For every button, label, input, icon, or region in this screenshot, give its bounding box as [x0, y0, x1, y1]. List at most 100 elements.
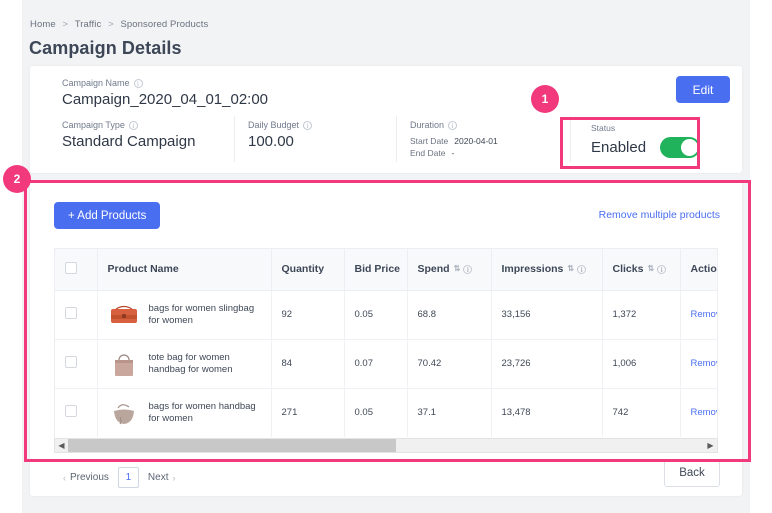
remove-product-link[interactable]: Remove	[691, 309, 718, 320]
status-toggle[interactable]	[660, 136, 701, 158]
products-panel: + Add Products Remove multiple products …	[30, 182, 742, 496]
end-date-row: End Date -	[410, 147, 498, 159]
table-row: tote bag for women handbag for women 84 …	[55, 339, 718, 389]
next-page-label: Next	[147, 472, 169, 483]
sort-icon[interactable]: ⇅	[567, 265, 574, 273]
th-spend-label: Spend	[417, 263, 450, 276]
end-date-value: -	[451, 148, 455, 158]
previous-page-button[interactable]: ‹ Previous	[54, 468, 118, 487]
breadcrumb-separator: >	[62, 19, 69, 30]
page-number-1[interactable]: 1	[117, 467, 139, 488]
daily-budget-field: Daily Budget i 100.00	[248, 120, 313, 150]
th-action-label: Action	[690, 263, 718, 276]
td-impressions: 13,478	[491, 388, 603, 437]
table-row: bags for women handbag for women 271 0.0…	[55, 388, 718, 437]
info-icon[interactable]: i	[577, 264, 587, 274]
td-clicks: 1,372	[602, 290, 681, 340]
next-page-button[interactable]: Next ›	[139, 468, 185, 487]
start-date-row: Start Date 2020-04-01	[410, 135, 498, 147]
th-quantity-label: Quantity	[281, 263, 325, 276]
row-checkbox[interactable]	[65, 307, 77, 319]
th-quantity[interactable]: Quantity	[271, 249, 345, 291]
product-thumbnail	[108, 299, 140, 331]
campaign-type-field: Campaign Type i Standard Campaign	[62, 120, 195, 150]
campaign-name-field: Campaign Name i Campaign_2020_04_01_02:0…	[62, 78, 268, 108]
info-icon[interactable]: i	[463, 264, 473, 274]
campaign-name-label-row: Campaign Name i	[62, 78, 268, 88]
td-clicks: 742	[602, 388, 681, 437]
duration-label: Duration	[410, 120, 445, 130]
td-action: Remove	[680, 339, 718, 389]
th-spend[interactable]: Spend ⇅ i	[407, 249, 492, 291]
product-thumbnail	[108, 397, 140, 429]
scrollbar-track[interactable]	[68, 439, 704, 452]
products-table-head: Product Name Quantity Bid Price Spend ⇅ …	[55, 249, 718, 291]
td-product-name: bags for women slingbag for women	[97, 290, 272, 340]
scroll-left-arrow-icon[interactable]: ◀	[55, 441, 68, 450]
td-bid-price[interactable]: 0.05	[344, 290, 408, 340]
td-row-checkbox	[55, 339, 98, 389]
breadcrumb-separator: >	[108, 19, 114, 30]
previous-page-label: Previous	[70, 472, 109, 483]
daily-budget-label: Daily Budget	[248, 120, 300, 130]
remove-multiple-products-link[interactable]: Remove multiple products	[599, 209, 720, 221]
toggle-knob	[681, 138, 699, 156]
th-bid-price[interactable]: Bid Price	[344, 249, 408, 291]
products-table: Product Name Quantity Bid Price Spend ⇅ …	[55, 249, 718, 437]
info-icon[interactable]: i	[303, 120, 313, 130]
td-quantity: 271	[271, 388, 345, 437]
start-date-value: 2020-04-01	[454, 136, 498, 146]
product-thumbnail	[108, 348, 140, 380]
end-date-label: End Date	[410, 148, 446, 158]
duration-label-row: Duration i	[410, 120, 498, 130]
info-icon[interactable]: i	[133, 78, 143, 88]
info-icon[interactable]: i	[657, 264, 667, 274]
th-product-name[interactable]: Product Name	[97, 249, 272, 291]
status-field: Status Enabled	[581, 115, 725, 165]
campaign-name-value: Campaign_2020_04_01_02:00	[62, 91, 269, 108]
breadcrumb-item-traffic[interactable]: Traffic	[75, 19, 102, 30]
th-select-all	[55, 249, 98, 291]
remove-product-link[interactable]: Remove	[691, 358, 718, 369]
daily-budget-value: 100.00	[248, 133, 294, 150]
td-action: Remove	[680, 290, 718, 340]
campaign-name-label: Campaign Name	[62, 78, 130, 88]
th-product-name-label: Product Name	[107, 263, 179, 276]
info-icon[interactable]: i	[448, 120, 458, 130]
duration-field: Duration i Start Date 2020-04-01 End Date…	[410, 120, 498, 159]
sort-icon[interactable]: ⇅	[454, 265, 461, 273]
row-checkbox[interactable]	[65, 356, 77, 368]
breadcrumb: Home > Traffic > Sponsored Products	[30, 19, 208, 30]
select-all-checkbox[interactable]	[65, 261, 77, 274]
edit-button[interactable]: Edit	[676, 76, 730, 103]
start-date-label: Start Date	[410, 136, 449, 146]
screenshot-root: Home > Traffic > Sponsored Products Camp…	[0, 0, 772, 513]
td-bid-price[interactable]: 0.05	[344, 388, 408, 437]
horizontal-scrollbar[interactable]: ◀ ▶	[54, 438, 718, 453]
products-table-wrapper: Product Name Quantity Bid Price Spend ⇅ …	[54, 248, 718, 438]
products-table-body: bags for women slingbag for women 92 0.0…	[55, 290, 718, 437]
td-quantity: 92	[271, 290, 345, 340]
remove-product-link[interactable]: Remove	[691, 407, 718, 418]
add-products-button[interactable]: + Add Products	[54, 202, 161, 229]
breadcrumb-item-sponsored-products[interactable]: Sponsored Products	[120, 19, 208, 30]
product-name-text: bags for women slingbag for women	[148, 302, 255, 326]
td-clicks: 1,006	[602, 339, 681, 389]
daily-budget-label-row: Daily Budget i	[248, 120, 313, 130]
td-bid-price[interactable]: 0.07	[344, 339, 408, 389]
th-action: Action	[680, 249, 718, 291]
info-icon[interactable]: i	[128, 120, 138, 130]
th-bid-price-label: Bid Price	[354, 263, 401, 276]
th-impressions[interactable]: Impressions ⇅ i	[491, 249, 603, 291]
td-spend: 70.42	[407, 339, 492, 389]
th-clicks-label: Clicks	[612, 263, 644, 276]
td-row-checkbox	[55, 290, 98, 340]
sort-icon[interactable]: ⇅	[647, 265, 654, 273]
scrollbar-thumb[interactable]	[68, 439, 396, 452]
th-impressions-label: Impressions	[501, 263, 564, 276]
scroll-right-arrow-icon[interactable]: ▶	[704, 441, 717, 450]
row-checkbox[interactable]	[65, 405, 77, 418]
back-button[interactable]: Back	[664, 459, 720, 487]
th-clicks[interactable]: Clicks ⇅ i	[602, 249, 681, 291]
breadcrumb-item-home[interactable]: Home	[30, 19, 56, 30]
